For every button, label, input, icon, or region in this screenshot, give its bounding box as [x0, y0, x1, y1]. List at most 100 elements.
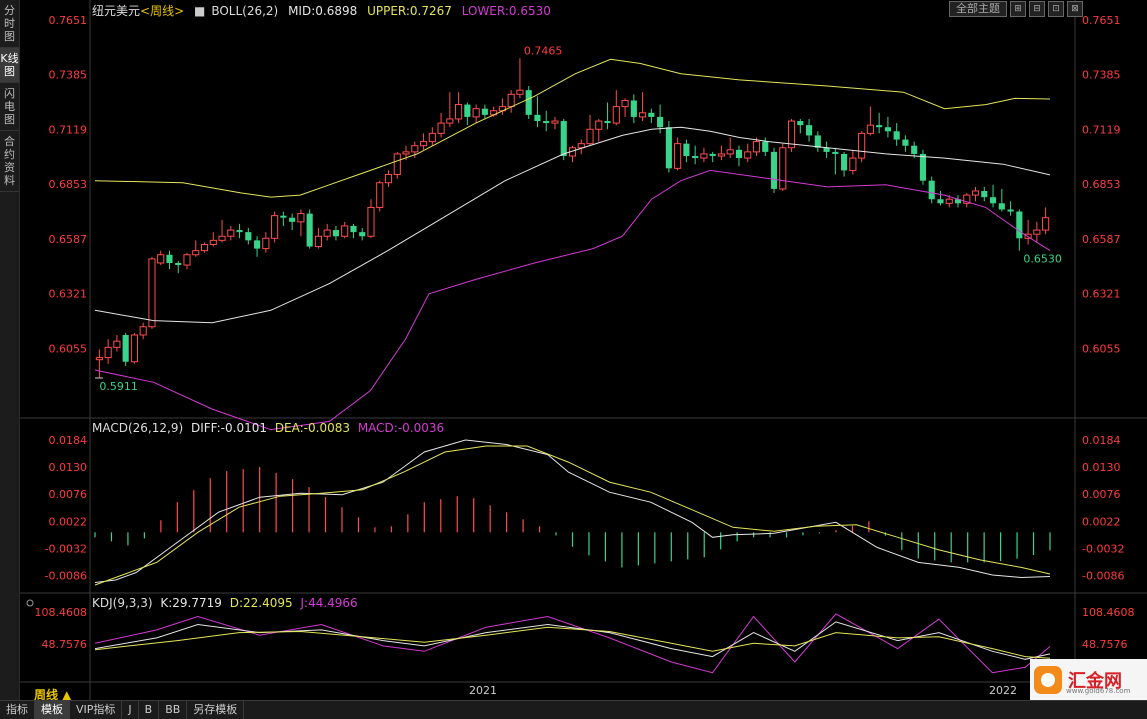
candle-body	[332, 230, 340, 237]
macd-diff-line	[94, 439, 1051, 583]
candle-body	[1042, 217, 1050, 231]
tab-save-template[interactable]: 另存模板	[187, 701, 245, 719]
tab-indicators[interactable]: 指标	[0, 701, 35, 719]
kdj-k-line	[94, 621, 1051, 660]
candle-body	[1033, 229, 1041, 235]
macd-left-tick: 0.0076	[49, 488, 88, 501]
candle-body	[805, 125, 813, 136]
candle-body	[218, 235, 226, 241]
kdj-d: D:22.4095	[229, 596, 293, 610]
macd-diff: DIFF:-0.0101	[190, 421, 267, 435]
bottom-toolbar: 指标 模板 VIP指标 J B BB 另存模板	[0, 700, 1147, 719]
candle-body	[866, 124, 874, 134]
layout-4-icon[interactable]: ⊠	[1067, 1, 1083, 17]
candle-body	[744, 151, 752, 159]
macd-right-tick: 0.0022	[1082, 515, 1121, 528]
price-left-tick: 0.7651	[49, 14, 88, 27]
x-label-2021: 2021	[469, 684, 497, 697]
candle-body	[227, 229, 235, 237]
tab-vip-indicators[interactable]: VIP指标	[70, 701, 123, 719]
candle-body	[297, 213, 305, 223]
candle-body	[525, 90, 532, 115]
candle-body	[674, 143, 682, 169]
price-left-tick: 0.6587	[49, 233, 88, 246]
candle-body	[306, 213, 313, 247]
candle-body	[183, 254, 191, 266]
candle-body	[516, 89, 524, 95]
price-right-tick: 0.6587	[1082, 233, 1121, 246]
candle-body	[683, 143, 690, 156]
candle-body	[393, 153, 401, 176]
macd-right-tick: 0.0076	[1082, 488, 1121, 501]
candle-body	[472, 108, 480, 118]
candle-body	[367, 206, 375, 237]
candle-body	[419, 141, 428, 147]
theme-select-button[interactable]: 全部主题	[949, 1, 1007, 17]
chart-toolbar: 全部主题 ⊞ ⊟ ⊡ ⊠	[949, 1, 1083, 17]
candle-body	[130, 334, 138, 363]
candle-body	[814, 135, 821, 148]
candle-body	[945, 198, 953, 204]
boll-label: BOLL(26,2)	[211, 4, 279, 18]
candle-body	[157, 254, 165, 264]
candle-body	[630, 100, 637, 117]
candle-body	[104, 346, 112, 359]
menu-arrow-icon[interactable]: ■	[194, 4, 205, 18]
chart-canvas[interactable]: 0.7651 0.7651 0.7385 0.7385 0.7119 0.7119 0.68…	[0, 0, 1147, 700]
candle-body	[893, 131, 900, 140]
kdj-j-line	[94, 613, 1051, 674]
candle-body	[998, 203, 1005, 210]
candle-body	[1016, 211, 1023, 239]
layout-3-icon[interactable]: ⊡	[1048, 1, 1064, 17]
low-price-label: 0.6530	[1023, 253, 1062, 266]
macd-right-tick: 0.0184	[1082, 434, 1121, 447]
tab-templates[interactable]: 模板	[35, 701, 70, 719]
candle-body	[411, 145, 419, 153]
kdj-right-tick: 108.4608	[1082, 606, 1135, 619]
macd-right-tick: 0.0130	[1082, 461, 1121, 474]
candle-body	[928, 180, 935, 200]
candle-body	[551, 120, 559, 124]
candle-body	[971, 190, 980, 196]
candle-body	[779, 147, 787, 190]
candle-body	[481, 108, 488, 115]
boll-lower: LOWER:0.6530	[461, 4, 551, 18]
boll-upper: UPPER:0.7267	[367, 4, 452, 18]
candle-body	[254, 240, 261, 249]
kdj-k: K:29.7719	[160, 596, 222, 610]
layout-1-icon[interactable]: ⊞	[1010, 1, 1026, 17]
candle-body	[314, 235, 322, 248]
macd-right-tick: -0.0032	[1082, 542, 1124, 555]
candle-body	[709, 153, 716, 156]
candle-body	[139, 326, 147, 336]
candle-body	[762, 141, 769, 152]
macd-dea-line	[94, 445, 1051, 586]
candle-body	[595, 120, 603, 130]
candle-body	[384, 174, 393, 184]
candle-body	[770, 151, 778, 189]
macd-right-tick: -0.0086	[1082, 569, 1124, 582]
candle-body	[289, 217, 296, 222]
tab-j[interactable]: J	[122, 701, 139, 719]
candle-body	[981, 190, 988, 198]
macd-dea: DEA:-0.0083	[274, 421, 350, 435]
macd-label: MACD(26,12,9)	[92, 421, 184, 435]
price-right-tick: 0.7119	[1082, 123, 1121, 136]
logo-icon	[1034, 665, 1062, 694]
macd-value: MACD:-0.0036	[357, 421, 445, 435]
candle-body	[717, 153, 726, 157]
price-left-tick: 0.6853	[49, 178, 88, 191]
candle-body	[876, 125, 883, 128]
tab-bb[interactable]: BB	[159, 701, 188, 719]
candle-body	[665, 127, 672, 169]
main-chart-header: 纽元美元<周线> ■ BOLL(26,2) MID:0.6898 UPPER:0.…	[92, 2, 557, 19]
candle-body	[350, 225, 357, 233]
layout-2-icon[interactable]: ⊟	[1029, 1, 1045, 17]
price-right-tick: 0.6853	[1082, 178, 1121, 191]
tab-b[interactable]: B	[139, 701, 160, 719]
candle-body	[735, 149, 743, 159]
candle-body	[919, 153, 927, 181]
candle-body	[507, 93, 515, 108]
candle-body	[902, 139, 909, 146]
price-right-tick: 0.7651	[1082, 14, 1121, 27]
